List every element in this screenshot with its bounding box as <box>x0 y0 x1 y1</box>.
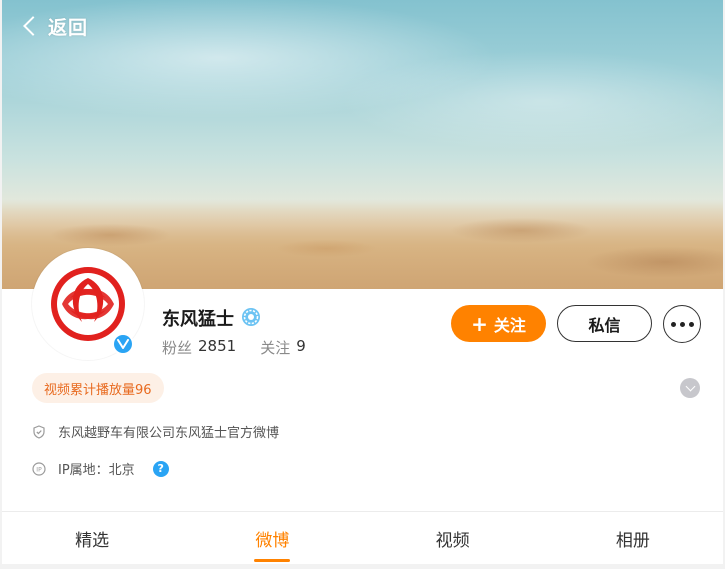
v-check-icon <box>117 339 129 349</box>
back-button[interactable]: 返回 <box>22 12 88 40</box>
more-dot-icon <box>679 321 685 327</box>
chevron-down-icon <box>685 381 695 392</box>
followers-label[interactable]: 粉丝 <box>162 337 192 358</box>
back-label: 返回 <box>48 16 89 39</box>
followers-count[interactable]: 2851 <box>198 337 236 358</box>
follow-label: 关注 <box>493 315 526 335</box>
tab-videos[interactable]: 视频 <box>363 512 543 564</box>
plus-icon: + <box>471 311 488 336</box>
tab-weibo[interactable]: 微博 <box>182 512 362 564</box>
tab-albums[interactable]: 相册 <box>543 512 723 564</box>
verified-v-icon <box>114 335 132 353</box>
profile-stats: 粉丝 2851 关注 9 <box>162 337 324 358</box>
tab-featured[interactable]: 精选 <box>2 512 182 564</box>
help-icon[interactable]: ? <box>152 460 169 477</box>
profile-page: 返回 东风猛士 粉丝 2851 关注 9 + 关注 私信 视频累计播放量96 东… <box>2 0 723 569</box>
expand-chevron-icon[interactable] <box>680 378 700 398</box>
verification-text: 东风越野车有限公司东风猛士官方微博 <box>58 426 280 441</box>
svg-text:IP: IP <box>36 466 42 473</box>
verification-info-row: 东风越野车有限公司东风猛士官方微博 <box>32 422 279 441</box>
profile-name: 东风猛士 <box>162 309 234 330</box>
ip-location-icon: IP <box>32 461 46 476</box>
dongfeng-logo <box>51 267 125 341</box>
ip-location-row: IP IP属地：北京 ? <box>32 459 169 478</box>
profile-tabs: 精选 微博 视频 相册 <box>2 512 723 564</box>
follow-button[interactable]: + 关注 <box>451 305 546 342</box>
following-count[interactable]: 9 <box>296 337 306 358</box>
message-button[interactable]: 私信 <box>557 305 652 342</box>
more-dot-icon <box>688 321 694 327</box>
following-label[interactable]: 关注 <box>260 337 290 358</box>
more-options-button[interactable] <box>663 305 701 343</box>
verified-badge <box>112 333 134 355</box>
ip-location-text: IP属地：北京 <box>58 463 135 478</box>
cover-image: 返回 <box>2 0 723 289</box>
video-play-count-tag[interactable]: 视频累计播放量96 <box>32 373 164 403</box>
shield-icon <box>33 424 45 439</box>
more-dot-icon <box>670 321 676 327</box>
gold-verified-icon[interactable] <box>241 307 261 327</box>
bottom-strip <box>2 564 723 569</box>
chevron-left-icon <box>23 16 43 36</box>
